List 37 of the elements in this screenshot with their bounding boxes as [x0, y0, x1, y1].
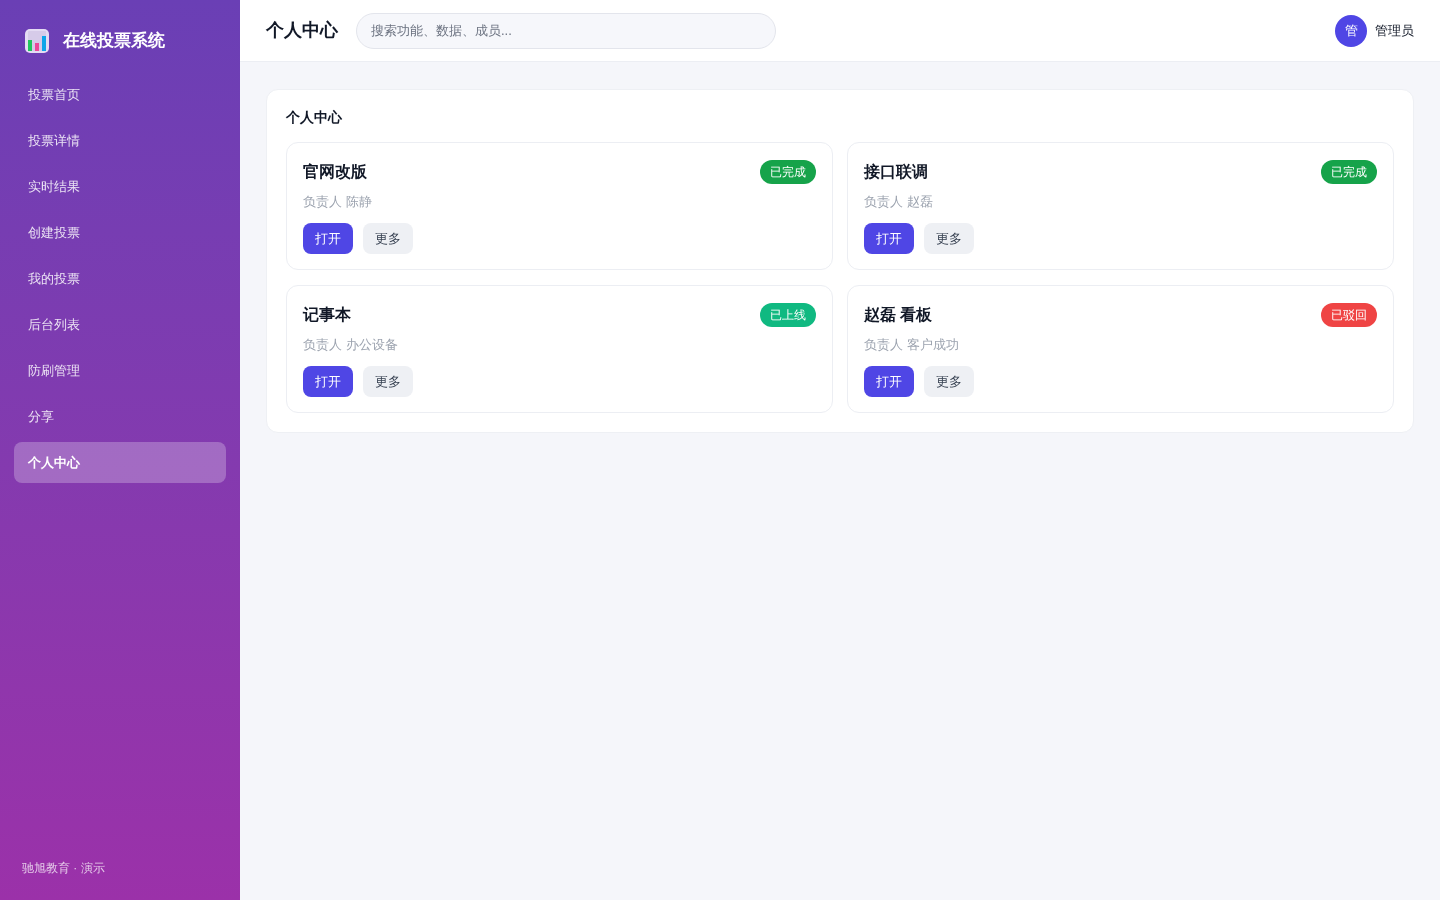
more-button[interactable]: 更多 — [363, 366, 413, 397]
more-button[interactable]: 更多 — [924, 223, 974, 254]
card-title: 赵磊 看板 — [864, 305, 933, 325]
sidebar-item[interactable]: 分享 — [14, 396, 226, 437]
owner-text: 负责人 赵磊 — [864, 193, 933, 212]
owner-text: 负责人 陈静 — [303, 193, 372, 212]
card-title: 官网改版 — [303, 162, 367, 182]
sidebar-item[interactable]: 投票详情 — [14, 120, 226, 161]
open-button[interactable]: 打开 — [303, 223, 353, 254]
open-button[interactable]: 打开 — [303, 366, 353, 397]
sidebar-item[interactable]: 实时结果 — [14, 166, 226, 207]
sidebar-item[interactable]: 个人中心 — [14, 442, 226, 483]
user-avatar[interactable]: 管 — [1335, 14, 1367, 47]
open-button[interactable]: 打开 — [864, 223, 914, 254]
sidebar-item[interactable]: 创建投票 — [14, 212, 226, 253]
user-name: 管理员 — [1375, 21, 1414, 40]
sidebar-item[interactable]: 后台列表 — [14, 304, 226, 345]
bar-chart-logo-icon — [25, 29, 49, 53]
status-badge: 已上线 — [760, 303, 816, 327]
search-field[interactable]: 搜索功能、数据、成员... — [356, 12, 776, 49]
page-title: 个人中心 — [266, 19, 338, 42]
brand-title: 在线投票系统 — [63, 30, 165, 52]
more-button[interactable]: 更多 — [363, 223, 413, 254]
sidebar-item[interactable]: 投票首页 — [14, 74, 226, 115]
more-button[interactable]: 更多 — [924, 366, 974, 397]
sidebar-item[interactable]: 我的投票 — [14, 258, 226, 299]
status-badge: 已完成 — [1321, 160, 1377, 184]
sidebar-item[interactable]: 防刷管理 — [14, 350, 226, 391]
card-title: 记事本 — [303, 305, 351, 325]
card-title: 接口联调 — [864, 162, 928, 182]
footer-text: 驰旭教育 · 演示 — [22, 861, 105, 875]
panel-title: 个人中心 — [286, 109, 343, 127]
open-button[interactable]: 打开 — [864, 366, 914, 397]
status-badge: 已完成 — [760, 160, 816, 184]
status-badge: 已驳回 — [1321, 303, 1377, 327]
owner-text: 负责人 办公设备 — [303, 336, 398, 355]
owner-text: 负责人 客户成功 — [864, 336, 959, 355]
